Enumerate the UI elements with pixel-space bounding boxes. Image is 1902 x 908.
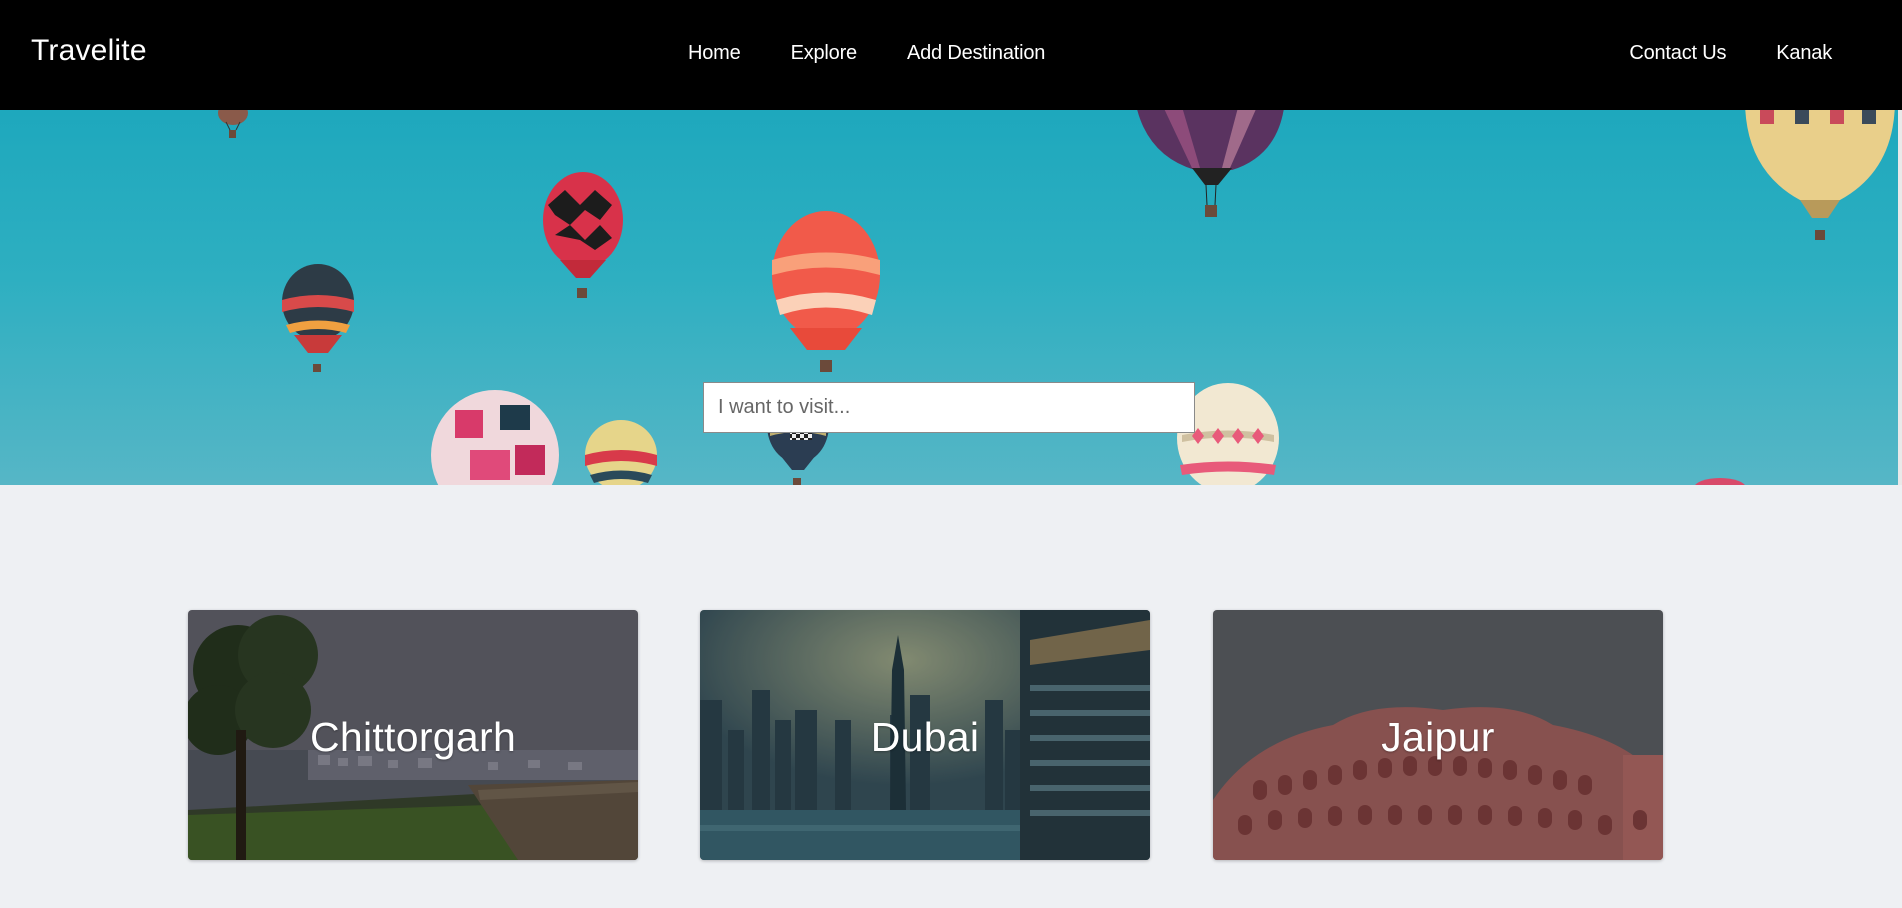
page: Travelite Home Explore Add Destination C…	[0, 0, 1902, 908]
balloon	[282, 264, 354, 372]
nav-user-profile[interactable]: Kanak	[1776, 42, 1832, 65]
destination-card-jaipur[interactable]: Jaipur	[1213, 610, 1663, 860]
destination-search-input[interactable]	[703, 382, 1195, 433]
nav-contact-us[interactable]: Contact Us	[1629, 42, 1726, 65]
brand-logo[interactable]: Travelite	[31, 34, 147, 68]
user-nav: Contact Us Kanak	[1629, 42, 1832, 65]
balloon	[218, 110, 248, 138]
balloon	[1137, 110, 1284, 217]
nav-explore[interactable]: Explore	[791, 42, 858, 65]
balloon	[772, 211, 880, 372]
nav-add-destination[interactable]: Add Destination	[907, 42, 1045, 65]
balloon	[1695, 478, 1745, 485]
destination-title: Jaipur	[1381, 714, 1495, 760]
navbar: Travelite Home Explore Add Destination C…	[0, 0, 1902, 110]
main-nav: Home Explore Add Destination	[688, 42, 1045, 65]
balloon	[431, 390, 559, 485]
hero-banner	[0, 110, 1898, 485]
destination-card-dubai[interactable]: Dubai	[700, 610, 1150, 860]
destination-title: Dubai	[870, 714, 980, 760]
balloon	[543, 172, 623, 298]
balloon	[585, 420, 657, 485]
scrollbar[interactable]	[1898, 110, 1902, 485]
destination-title: Chittorgarh	[309, 714, 517, 760]
nav-home[interactable]: Home	[688, 42, 741, 65]
destination-card-chittorgarh[interactable]: Chittorgarh	[188, 610, 638, 860]
balloon	[1745, 110, 1895, 240]
